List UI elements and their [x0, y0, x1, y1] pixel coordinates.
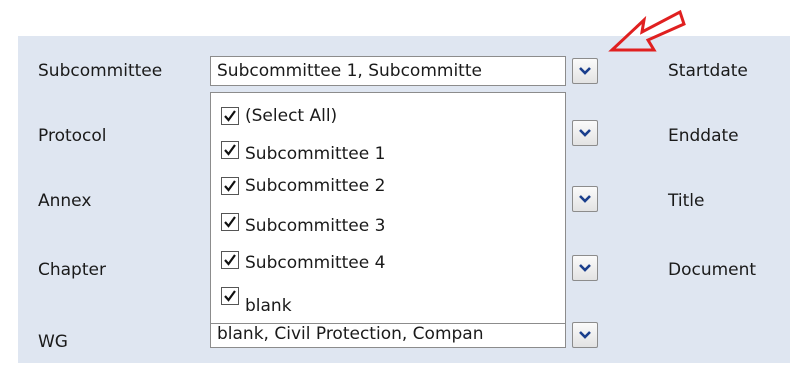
chevron-down-icon: [579, 129, 591, 137]
subcommittee-select-value: Subcommittee 1, Subcommitte: [217, 61, 482, 81]
wg-select[interactable]: blank, Civil Protection, Compan: [210, 320, 566, 348]
option-label: (Select All): [245, 106, 338, 126]
option-blank[interactable]: blank: [221, 287, 551, 316]
checkbox[interactable]: [221, 107, 239, 125]
checkmark-icon: [224, 180, 236, 192]
chevron-down-icon: [579, 331, 591, 339]
option-subcommittee-3[interactable]: Subcommittee 3: [221, 213, 551, 239]
subcommittee-label: Subcommittee: [38, 61, 163, 81]
chevron-down-icon: [579, 264, 591, 272]
enddate-label: Enddate: [668, 126, 739, 146]
startdate-label: Startdate: [668, 61, 748, 81]
title-label: Title: [668, 191, 705, 211]
document-label: Document: [668, 260, 757, 280]
option-label: Subcommittee 4: [245, 253, 386, 273]
wg-label: WG: [38, 332, 68, 352]
checkmark-icon: [224, 110, 236, 122]
option-select-all[interactable]: (Select All): [221, 106, 551, 133]
checkbox[interactable]: [221, 141, 239, 159]
option-label: Subcommittee 2: [245, 176, 386, 196]
checkbox[interactable]: [221, 213, 239, 231]
red-arrow-annotation: [608, 9, 686, 52]
subcommittee-dropdown-list: (Select All) Subcommittee 1 Subcommittee…: [210, 92, 566, 324]
protocol-dropdown-button[interactable]: [572, 120, 598, 146]
option-label: blank: [245, 296, 292, 316]
chevron-down-icon: [579, 67, 591, 75]
protocol-label: Protocol: [38, 126, 107, 146]
wg-dropdown-button[interactable]: [572, 322, 598, 348]
checkmark-icon: [224, 216, 236, 228]
checkbox[interactable]: [221, 177, 239, 195]
checkmark-icon: [224, 254, 236, 266]
annex-dropdown-button[interactable]: [572, 186, 598, 212]
option-subcommittee-4[interactable]: Subcommittee 4: [221, 251, 551, 277]
option-label: Subcommittee 3: [245, 216, 386, 236]
annex-label: Annex: [38, 191, 92, 211]
chevron-down-icon: [579, 195, 591, 203]
option-label: Subcommittee 1: [245, 144, 386, 164]
wg-select-value: blank, Civil Protection, Compan: [217, 324, 484, 344]
subcommittee-select[interactable]: Subcommittee 1, Subcommitte: [210, 56, 566, 86]
checkbox[interactable]: [221, 287, 239, 305]
option-subcommittee-1[interactable]: Subcommittee 1: [221, 141, 551, 167]
checkbox[interactable]: [221, 251, 239, 269]
chapter-label: Chapter: [38, 260, 106, 280]
chapter-dropdown-button[interactable]: [572, 255, 598, 281]
checkmark-icon: [224, 290, 236, 302]
checkmark-icon: [224, 144, 236, 156]
subcommittee-dropdown-button[interactable]: [572, 58, 598, 84]
option-subcommittee-2[interactable]: Subcommittee 2: [221, 176, 551, 203]
